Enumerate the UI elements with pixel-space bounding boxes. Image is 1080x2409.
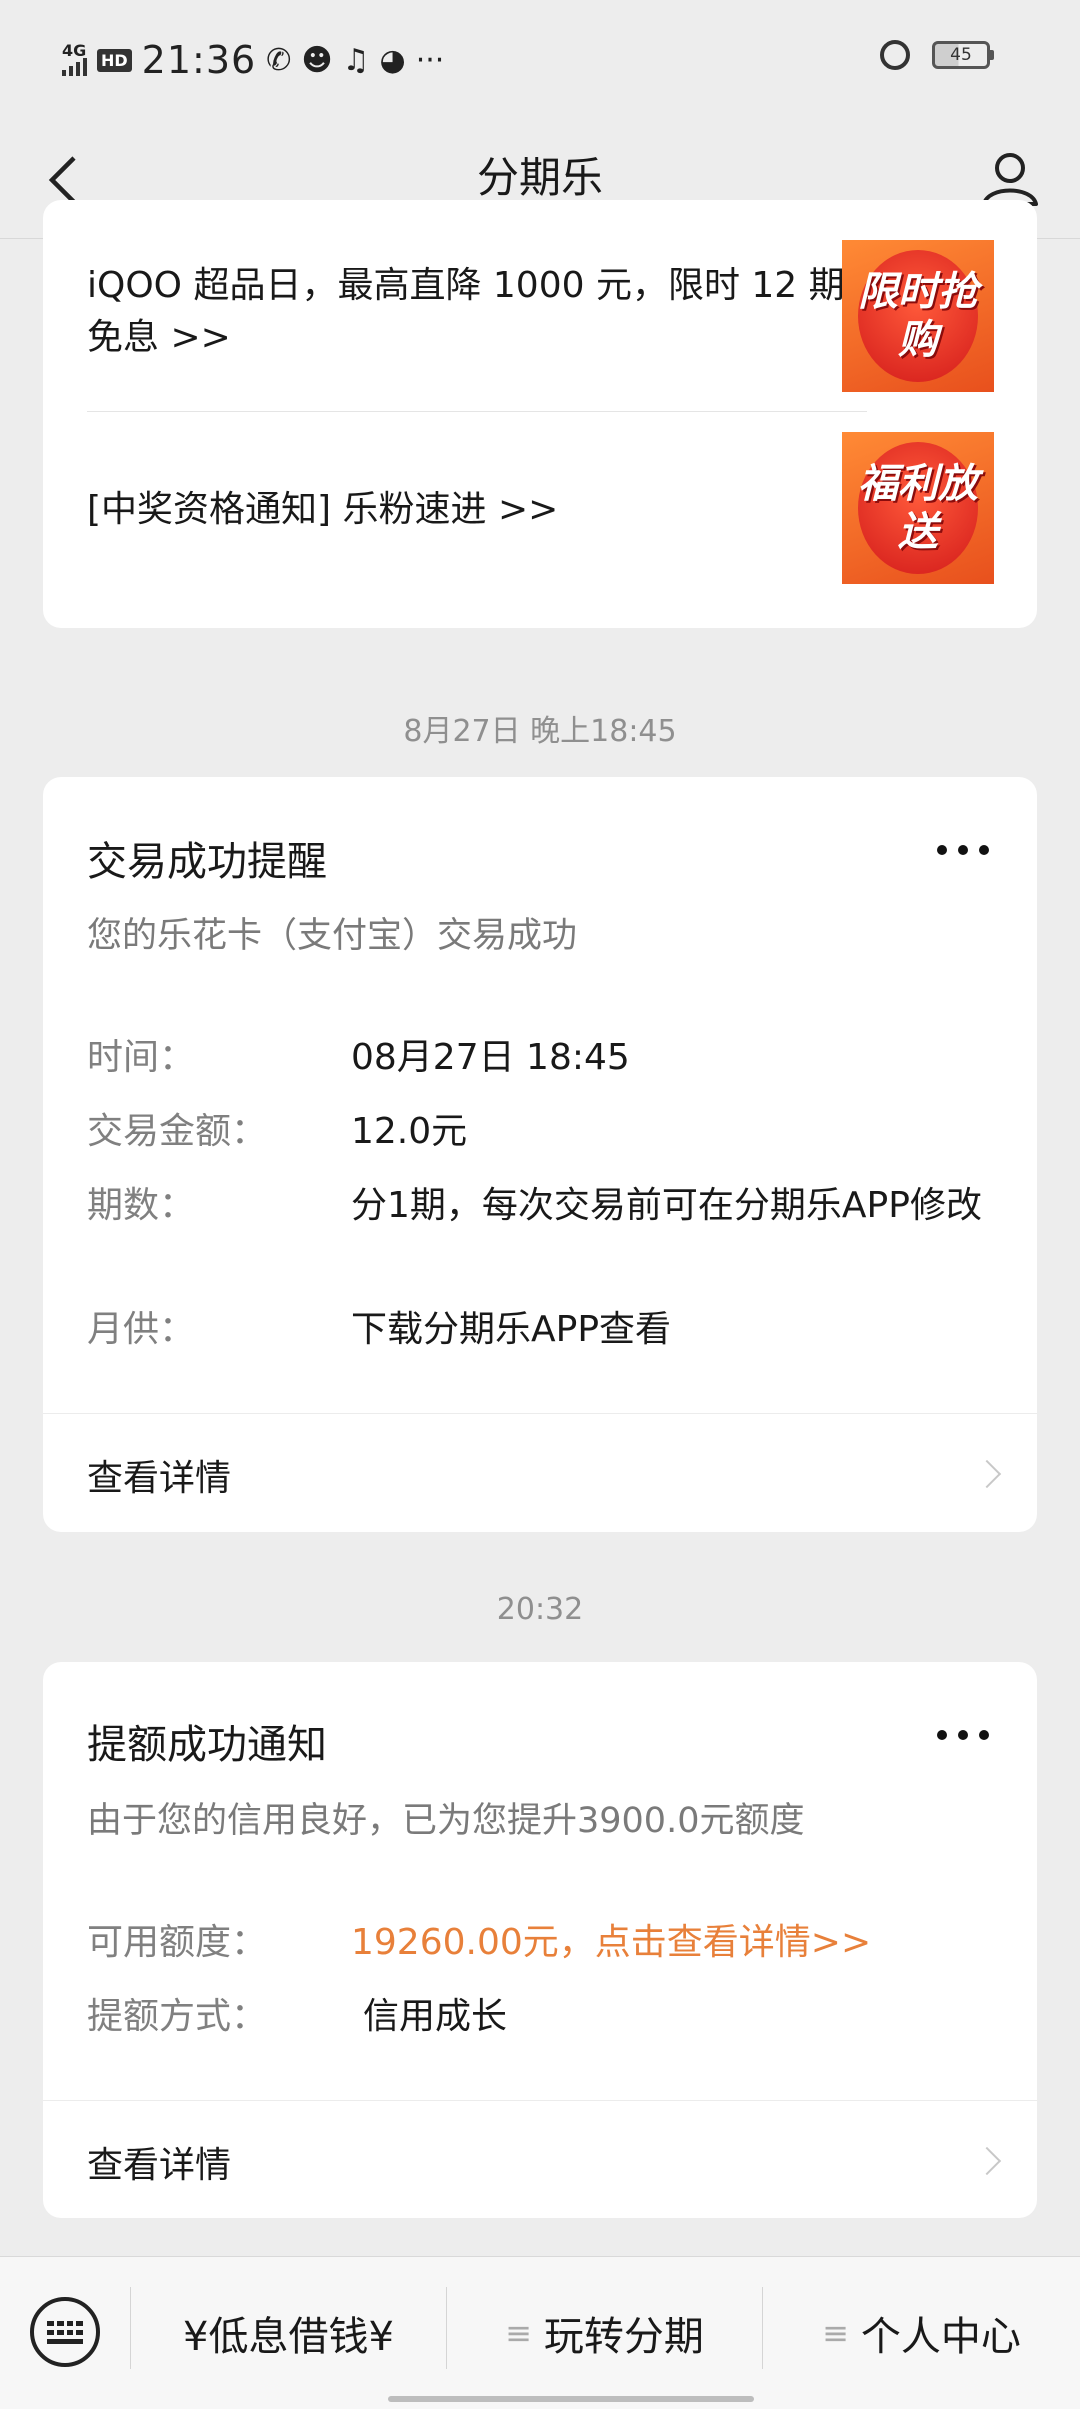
menu-item-personal-center[interactable]: ≡ 个人中心 — [763, 2257, 1080, 2409]
keyboard-icon[interactable] — [30, 2297, 100, 2367]
promo-badge: 福利放送 — [858, 442, 978, 574]
row-value: 12.0元 — [351, 1111, 468, 1152]
view-details-link[interactable]: 查看详情 — [43, 2101, 1037, 2218]
row-label: 交易金额： — [87, 1111, 268, 1152]
menu-item-label: 个人中心 — [860, 2314, 1021, 2360]
message-timestamp: 8月27日 晚上18:45 — [403, 714, 677, 749]
promo-card: iQOO 超品日，最高直降 1000 元，限时 12 期免息 >> 限时抢购 [… — [43, 200, 1037, 628]
message-subtitle: 由于您的信用良好，已为您提升3900.0元额度 — [87, 1801, 805, 1841]
music-icon: ♫ — [342, 42, 370, 78]
row-value: 分1期，每次交易前可在分期乐APP修改 — [351, 1185, 982, 1226]
row-label: 时间： — [87, 1037, 196, 1078]
phone-icon: ✆ — [266, 42, 292, 78]
home-indicator[interactable] — [388, 2396, 754, 2402]
more-notifications-icon: ··· — [415, 42, 445, 78]
page-title: 分期乐 — [476, 153, 603, 202]
more-options-icon[interactable] — [937, 1730, 989, 1744]
view-details-label: 查看详情 — [87, 1458, 232, 1499]
submenu-icon: ≡ — [822, 2314, 849, 2352]
status-bar: 4G HD 21:36 ✆ ☻ ♫ ◕ ··· 45 — [0, 0, 1080, 120]
row-label: 提额方式： — [87, 1996, 268, 2037]
divider — [87, 411, 867, 412]
message-card: 提额成功通知 由于您的信用良好，已为您提升3900.0元额度 可用额度： 192… — [43, 1662, 1037, 2218]
chevron-right-icon — [972, 2146, 1002, 2176]
promo-badge: 限时抢购 — [858, 250, 978, 382]
row-value: 下载分期乐APP查看 — [351, 1309, 672, 1350]
message-title: 提额成功通知 — [87, 1722, 327, 1768]
more-options-icon[interactable] — [937, 845, 989, 859]
row-label: 月供： — [87, 1309, 196, 1350]
available-credit-link[interactable]: 19260.00元，点击查看详情>> — [351, 1918, 1011, 1968]
message-title: 交易成功提醒 — [87, 839, 327, 885]
chevron-right-icon — [972, 1459, 1002, 1489]
message-subtitle: 您的乐花卡（支付宝）交易成功 — [87, 916, 578, 956]
promo-item[interactable]: iQOO 超品日，最高直降 1000 元，限时 12 期免息 >> — [87, 260, 847, 364]
menu-item-label: ¥低息借钱¥ — [183, 2314, 394, 2360]
message-timestamp: 20:32 — [496, 1592, 584, 1627]
promo-item[interactable]: [中奖资格通知] 乐粉速进 >> — [87, 484, 847, 536]
menu-item-label: 玩转分期 — [543, 2314, 704, 2360]
status-time: 21:36 — [141, 38, 257, 82]
alarm-icon — [880, 40, 910, 70]
compass-icon: ◕ — [379, 42, 406, 78]
row-value: 信用成长 — [363, 1996, 508, 2037]
app-notification-icon: ☻ — [301, 42, 333, 78]
view-details-link[interactable]: 查看详情 — [43, 1414, 1037, 1532]
bottom-menu-bar: ¥低息借钱¥ ≡ 玩转分期 ≡ 个人中心 — [0, 2256, 1080, 2409]
promo-banner-image[interactable]: 福利放送 — [842, 432, 994, 584]
promo-banner-image[interactable]: 限时抢购 — [842, 240, 994, 392]
view-details-label: 查看详情 — [87, 2145, 232, 2186]
row-value: 08月27日 18:45 — [351, 1037, 630, 1078]
battery-icon: 45 — [932, 41, 994, 69]
menu-item-loan[interactable]: ¥低息借钱¥ — [131, 2257, 446, 2409]
row-label: 可用额度： — [87, 1922, 268, 1963]
submenu-icon: ≡ — [505, 2314, 532, 2352]
menu-item-installment[interactable]: ≡ 玩转分期 — [447, 2257, 762, 2409]
hd-icon: HD — [97, 48, 132, 72]
signal-icon: 4G — [62, 43, 87, 76]
message-card: 交易成功提醒 您的乐花卡（支付宝）交易成功 时间： 08月27日 18:45 交… — [43, 777, 1037, 1532]
row-label: 期数： — [87, 1185, 196, 1226]
